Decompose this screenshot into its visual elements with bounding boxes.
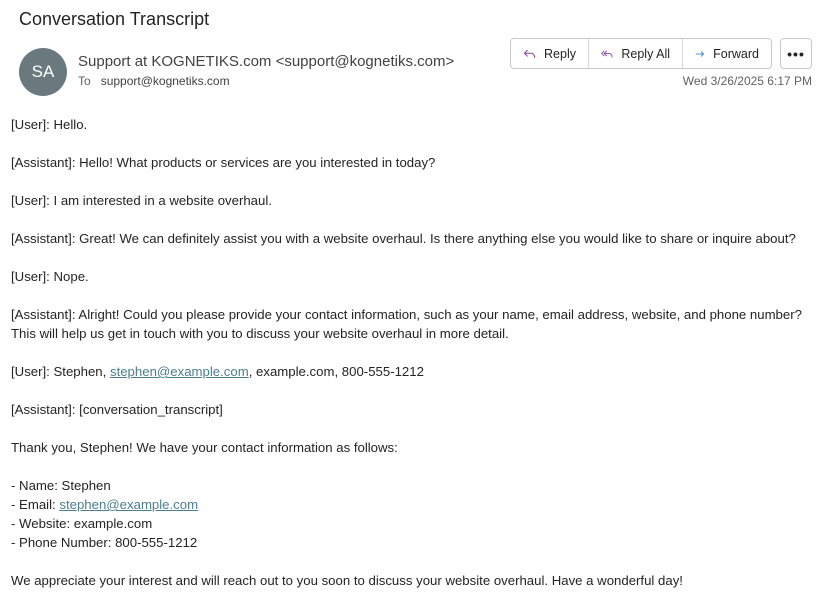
transcript-line: This will help us get in touch with you … xyxy=(11,326,509,341)
forward-label: Forward xyxy=(713,46,759,61)
reply-icon xyxy=(523,49,536,58)
transcript-line: [User]: Stephen, stephen@example.com, ex… xyxy=(11,362,821,381)
email-subject: Conversation Transcript xyxy=(19,9,210,29)
line-text: , example.com, 800-555-1212 xyxy=(248,364,424,379)
reply-all-icon xyxy=(601,49,613,58)
reply-all-button[interactable]: Reply All xyxy=(588,39,682,68)
message-timestamp: Wed 3/26/2025 6:17 PM xyxy=(682,74,812,88)
more-options-button[interactable]: ••• xyxy=(780,38,812,69)
recipient-line: To support@kognetiks.com xyxy=(78,74,230,88)
transcript-line: [User]: I am interested in a website ove… xyxy=(11,193,272,208)
transcript-line: [User]: Hello. xyxy=(11,117,88,132)
transcript-line: [Assistant]: [conversation_transcript] xyxy=(11,402,223,417)
sender-name[interactable]: Support at KOGNETIKS.com <support@kognet… xyxy=(78,53,454,70)
message-actions-group: Reply Reply All Forward xyxy=(510,38,772,69)
transcript-line: [User]: Nope. xyxy=(11,269,89,284)
transcript-line: [Assistant]: Alright! Could you please p… xyxy=(11,307,802,322)
contact-detail-website: - Website: example.com xyxy=(11,516,153,531)
transcript-line: Thank you, Stephen! We have your contact… xyxy=(11,440,398,455)
recipient-address[interactable]: support@kognetiks.com xyxy=(101,74,230,88)
email-link[interactable]: stephen@example.com xyxy=(110,364,249,379)
forward-icon xyxy=(695,50,704,57)
avatar[interactable]: SA xyxy=(19,48,67,96)
contact-detail-email: - Email: stephen@example.com xyxy=(11,495,821,514)
line-text: [User]: Stephen, xyxy=(11,364,110,379)
email-link[interactable]: stephen@example.com xyxy=(59,497,198,512)
transcript-line: [Assistant]: Hello! What products or ser… xyxy=(11,155,436,170)
to-label: To xyxy=(78,74,91,88)
line-text: - Email: xyxy=(11,497,60,512)
reply-label: Reply xyxy=(544,46,576,61)
more-options-icon: ••• xyxy=(787,45,805,62)
transcript-line: [Assistant]: Great! We can definitely as… xyxy=(11,231,796,246)
forward-button[interactable]: Forward xyxy=(682,39,771,68)
contact-detail-phone: - Phone Number: 800-555-1212 xyxy=(11,535,198,550)
closing-line: We appreciate your interest and will rea… xyxy=(11,573,683,588)
avatar-initials: SA xyxy=(31,62,55,81)
reply-all-label: Reply All xyxy=(621,46,670,61)
reply-button[interactable]: Reply xyxy=(511,39,588,68)
contact-detail-name: - Name: Stephen xyxy=(11,478,111,493)
message-body: [User]: Hello. [Assistant]: Hello! What … xyxy=(11,115,821,590)
